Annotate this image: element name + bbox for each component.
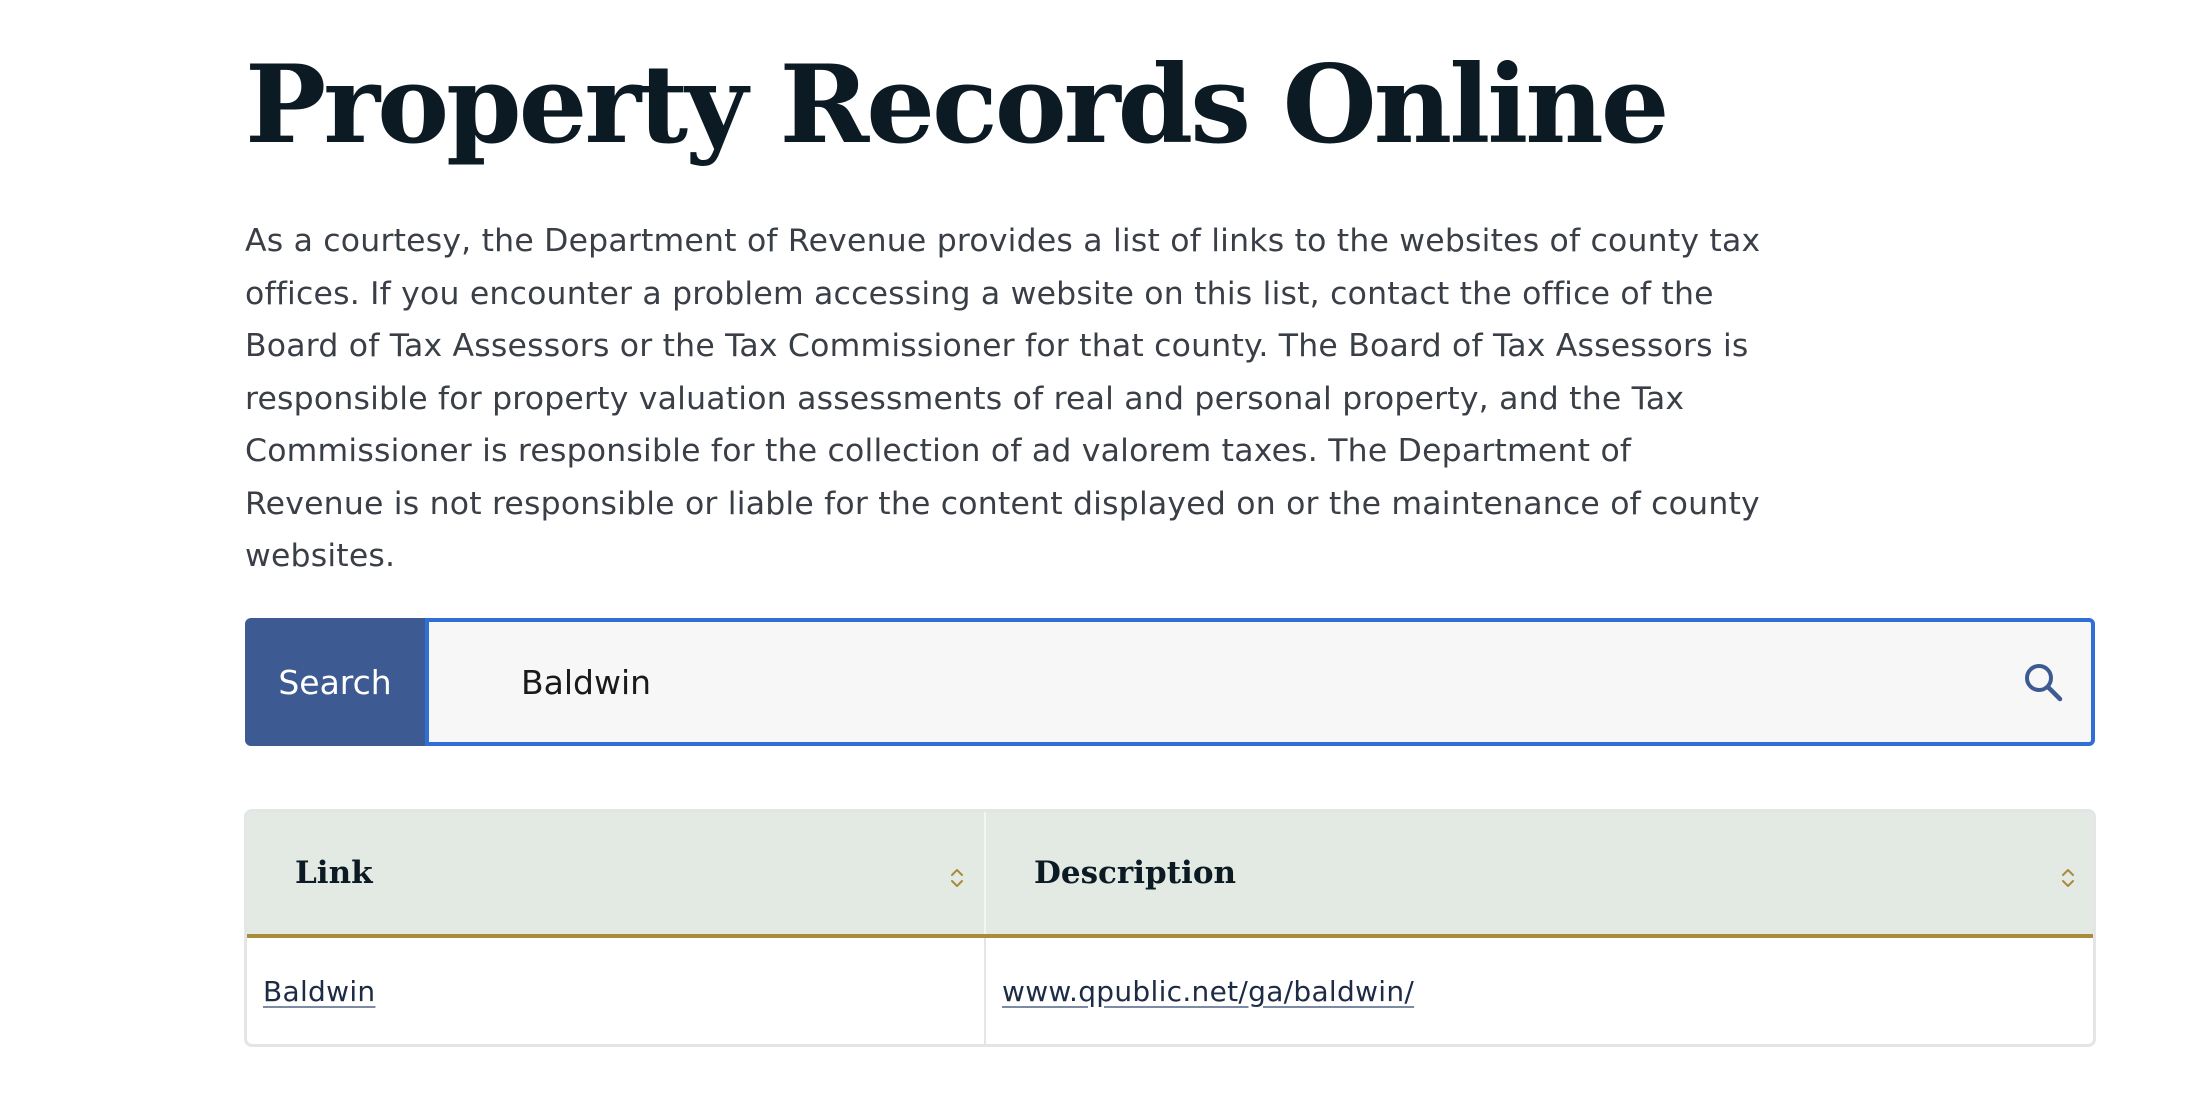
column-header-description-label: Description [1034, 855, 1237, 891]
search-icon[interactable] [2023, 662, 2063, 702]
intro-paragraph: As a courtesy, the Department of Revenue… [245, 223, 1761, 574]
search-field[interactable] [425, 618, 2095, 746]
table-header: Link Description [247, 812, 2093, 938]
search-label: Search [245, 618, 425, 746]
results-table: Link Description Baldwin www.qpublic.net… [244, 809, 2096, 1047]
county-link[interactable]: Baldwin [263, 975, 375, 1008]
table-cell-link: Baldwin [247, 938, 986, 1044]
page: Property Records Online As a courtesy, t… [0, 0, 2204, 1102]
table-row: Baldwin www.qpublic.net/ga/baldwin/ [247, 938, 2093, 1044]
sort-icon[interactable] [2061, 862, 2075, 887]
column-header-link-label: Link [295, 855, 373, 891]
table-cell-description: www.qpublic.net/ga/baldwin/ [986, 938, 2093, 1044]
sort-icon[interactable] [950, 862, 964, 887]
county-website-link[interactable]: www.qpublic.net/ga/baldwin/ [1002, 975, 1414, 1008]
page-title: Property Records Online [245, 42, 1669, 168]
search-bar: Search [245, 618, 2095, 746]
column-header-description[interactable]: Description [986, 812, 2093, 934]
column-header-link[interactable]: Link [247, 812, 986, 934]
search-input[interactable] [521, 622, 1971, 742]
